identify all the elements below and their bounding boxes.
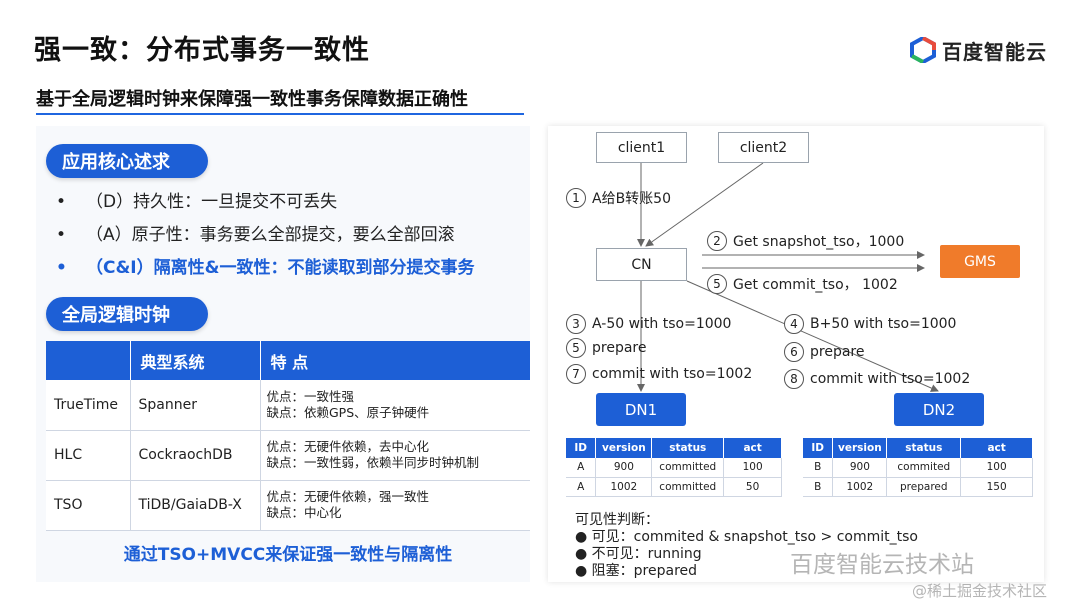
table-cell: 100 <box>723 458 782 478</box>
diagram-arrows <box>637 162 939 392</box>
step-7: 7 commit with tso=1002 <box>566 364 752 384</box>
step-text: A-50 with tso=1000 <box>592 316 732 332</box>
dn2-data-table: ID version status act B 900 commited 100… <box>803 438 1033 497</box>
step-3: 3 A-50 with tso=1000 <box>566 314 731 334</box>
dn1-data-table: ID version status act A 900 committed 10… <box>566 438 782 497</box>
table-cell: committed <box>651 477 725 497</box>
table-cell: 150 <box>960 477 1033 497</box>
node-dn2: DN2 <box>894 393 984 426</box>
step-number: 4 <box>784 314 804 334</box>
table-header-row: ID version status act <box>566 438 782 458</box>
node-gms: GMS <box>940 245 1020 278</box>
step-text: A给B转账50 <box>592 191 671 207</box>
step-number: 7 <box>566 364 586 384</box>
table-cell: prepared <box>886 477 962 497</box>
table-cell: commited <box>886 458 962 478</box>
table-cell: committed <box>651 458 725 478</box>
table-cell: 100 <box>960 458 1033 478</box>
step-number: 8 <box>784 369 804 389</box>
table-cell: 900 <box>595 458 653 478</box>
table-cell: A <box>566 458 597 478</box>
table-cell: 50 <box>723 477 782 497</box>
step-number: 2 <box>707 231 727 251</box>
table-header: act <box>960 438 1033 458</box>
node-client2: client2 <box>718 132 809 163</box>
step-text: prepare <box>592 340 647 356</box>
node-client1: client1 <box>596 132 687 163</box>
step-5-prepare: 5 prepare <box>566 338 646 358</box>
table-header-row: ID version status act <box>803 438 1033 458</box>
table-row: A 1002 committed 50 <box>566 477 782 497</box>
table-cell: A <box>566 477 597 497</box>
node-dn1: DN1 <box>596 393 686 426</box>
step-5-commit-tso: 5 Get commit_tso， 1002 <box>707 274 898 294</box>
step-text: Get snapshot_tso，1000 <box>733 234 905 250</box>
step-text: B+50 with tso=1000 <box>810 316 957 332</box>
table-header: ID <box>803 438 834 458</box>
step-text: prepare <box>810 344 865 360</box>
step-8: 8 commit with tso=1002 <box>784 369 970 389</box>
visibility-title: 可见性判断： <box>575 512 659 528</box>
table-cell: B <box>803 458 834 478</box>
table-cell: 900 <box>832 458 888 478</box>
table-row: B 900 commited 100 <box>803 458 1033 478</box>
watermark-juejin: @稀土掘金技术社区 <box>912 582 1048 600</box>
table-header: act <box>723 438 782 458</box>
table-header: status <box>651 438 725 458</box>
table-row: A 900 committed 100 <box>566 458 782 478</box>
table-header: status <box>886 438 962 458</box>
step-number: 5 <box>707 274 727 294</box>
step-number: 1 <box>566 188 586 208</box>
step-text: commit with tso=1002 <box>592 366 753 382</box>
table-header: ID <box>566 438 597 458</box>
table-cell: 1002 <box>595 477 653 497</box>
step-text: Get commit_tso， 1002 <box>733 277 898 293</box>
step-number: 5 <box>566 338 586 358</box>
table-header: version <box>595 438 653 458</box>
step-number: 3 <box>566 314 586 334</box>
step-1: 1 A给B转账50 <box>566 188 671 208</box>
watermark-channel: 百度智能云技术站 <box>790 552 974 578</box>
table-row: B 1002 prepared 150 <box>803 477 1033 497</box>
step-number: 6 <box>784 342 804 362</box>
step-2: 2 Get snapshot_tso，1000 <box>707 231 904 251</box>
step-4: 4 B+50 with tso=1000 <box>784 314 956 334</box>
table-header: version <box>832 438 888 458</box>
step-6: 6 prepare <box>784 342 864 362</box>
step-text: commit with tso=1002 <box>810 371 971 387</box>
visibility-rule: ● 可见：commited & snapshot_tso > commit_ts… <box>575 529 918 545</box>
node-cn: CN <box>596 248 687 281</box>
table-cell: B <box>803 477 834 497</box>
table-cell: 1002 <box>832 477 888 497</box>
